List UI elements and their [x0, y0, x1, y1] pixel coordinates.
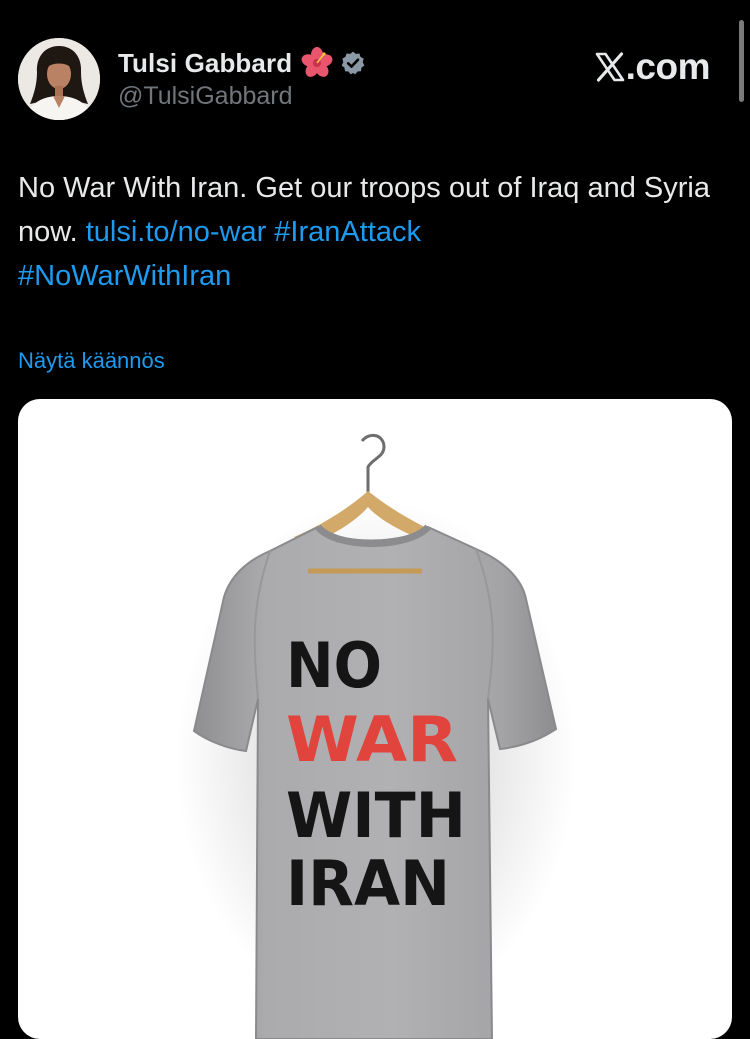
shirt-text-war: WAR — [286, 703, 458, 776]
t-shirt-photo: NO WAR WITH IRAN — [176, 433, 576, 1039]
tweet-link[interactable]: tulsi.to/no-war — [86, 216, 267, 248]
shirt-text-no: NO — [286, 629, 382, 702]
hashtag-iranattack[interactable]: #IranAttack — [274, 216, 421, 248]
handle[interactable]: @TulsiGabbard — [118, 82, 293, 111]
name-row: Tulsi Gabbard — [118, 46, 366, 80]
scrollbar[interactable] — [739, 20, 744, 102]
shirt-text-with: WITH — [286, 779, 466, 852]
x-logo-icon — [595, 52, 624, 82]
tweet-header: Tulsi Gabbard @TulsiGabbard .com — [18, 38, 732, 122]
x-com-label: .com — [625, 46, 711, 87]
avatar-photo — [18, 38, 100, 120]
x-com-logo[interactable]: .com — [595, 44, 711, 90]
hashtag-nowarwithiran[interactable]: #NoWarWithIran — [18, 260, 231, 292]
hibiscus-flower-icon — [301, 47, 333, 77]
avatar[interactable] — [18, 38, 100, 120]
shirt-text-iran: IRAN — [286, 847, 450, 920]
translate-link[interactable]: Näytä käännös — [18, 348, 165, 374]
verified-badge-icon — [341, 51, 365, 75]
tweet-text: No War With Iran. Get our troops out of … — [18, 166, 728, 298]
media-image[interactable]: NO WAR WITH IRAN — [18, 399, 732, 1039]
display-name[interactable]: Tulsi Gabbard — [118, 48, 292, 79]
